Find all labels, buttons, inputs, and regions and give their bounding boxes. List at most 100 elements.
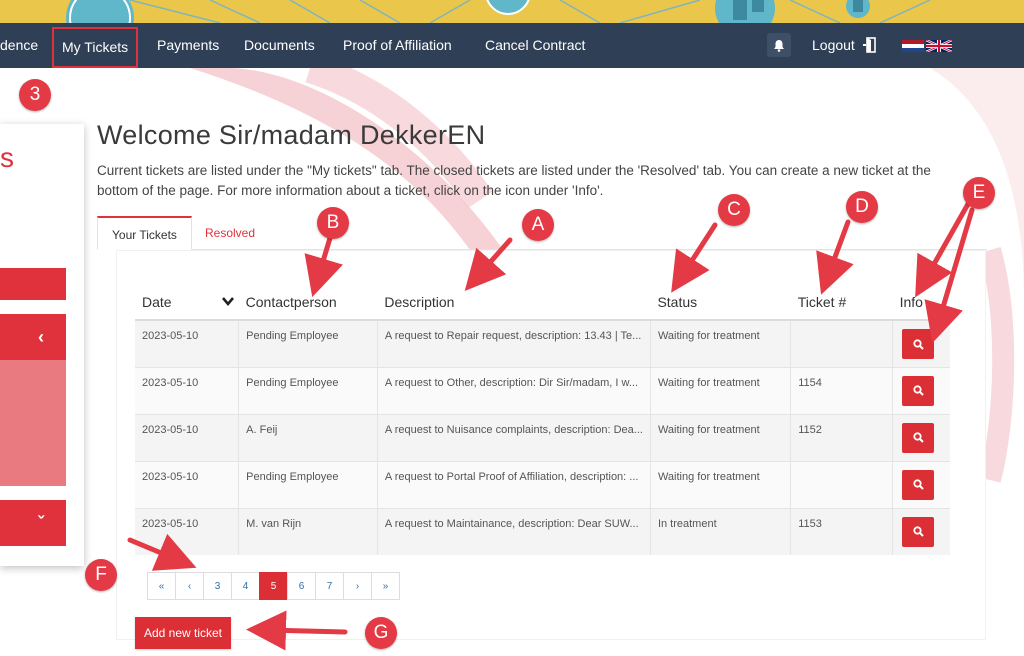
table-row: 2023-05-10 Pending Employee A request to… <box>135 366 950 414</box>
cell-date: 2023-05-10 <box>135 366 240 414</box>
search-icon <box>913 385 924 396</box>
nav-item-documents[interactable]: Documents <box>244 23 315 68</box>
side-panel-expand-button[interactable]: ˇ <box>0 500 66 546</box>
cell-description: A request to Repair request, description… <box>377 319 651 367</box>
cell-contactperson: Pending Employee <box>238 366 378 414</box>
column-header-ticket-number[interactable]: Ticket # <box>790 286 893 321</box>
pagination-last[interactable]: » <box>371 572 400 600</box>
cell-contactperson: M. van Rijn <box>238 507 378 555</box>
column-header-status[interactable]: Status <box>650 286 791 321</box>
pagination-page[interactable]: 6 <box>287 572 316 600</box>
table-row: 2023-05-10 M. van Rijn A request to Main… <box>135 507 950 555</box>
nav-item-proof-of-affiliation[interactable]: Proof of Affiliation <box>343 23 452 68</box>
cell-contactperson: Pending Employee <box>238 460 378 508</box>
cell-date: 2023-05-10 <box>135 460 240 508</box>
info-button[interactable] <box>902 329 935 359</box>
cell-description: A request to Maintainance, description: … <box>377 507 651 555</box>
info-button[interactable] <box>902 375 935 406</box>
cell-description: A request to Other, description: Dir Sir… <box>377 366 651 414</box>
cell-ticket-number: 1154 <box>790 366 894 414</box>
nav-item-payments[interactable]: Payments <box>157 23 219 68</box>
annotation-badge: E <box>963 177 995 209</box>
tab-resolved[interactable]: Resolved <box>191 216 269 250</box>
cell-date: 2023-05-10 <box>135 507 240 555</box>
page-title: Welcome Sir/madam DekkerEN <box>97 120 486 150</box>
pagination-previous[interactable]: ‹ <box>175 572 204 600</box>
cell-date: 2023-05-10 <box>135 319 240 367</box>
logout-label: Logout <box>812 37 855 53</box>
cell-info <box>892 507 950 555</box>
main-content: Welcome Sir/madam DekkerEN Current ticke… <box>97 120 997 250</box>
notifications-button[interactable] <box>767 33 791 57</box>
cell-description: A request to Nuisance complaints, descri… <box>377 413 651 461</box>
cell-ticket-number: 1152 <box>790 413 894 461</box>
annotation-badge: G <box>365 617 397 649</box>
annotation-badge: A <box>522 209 554 241</box>
table-row: 2023-05-10 Pending Employee A request to… <box>135 460 950 508</box>
tab-your-tickets[interactable]: Your Tickets <box>97 216 192 250</box>
search-icon <box>913 432 924 443</box>
cell-date: 2023-05-10 <box>135 413 240 461</box>
cell-info <box>892 460 950 508</box>
cell-status: In treatment <box>650 507 792 555</box>
side-panel-content <box>0 360 66 486</box>
info-button[interactable] <box>902 422 935 453</box>
main-navbar: dence My Tickets Payments Documents Proo… <box>0 23 1024 68</box>
annotation-badge: D <box>846 191 878 223</box>
sort-chevron-icon[interactable] <box>222 295 234 307</box>
intro-text: Current tickets are listed under the "My… <box>97 163 931 198</box>
header-banner <box>0 0 1024 23</box>
tickets-table: Date Contactperson Description Status Ti… <box>135 286 950 555</box>
annotation-badge: 3 <box>19 79 51 111</box>
flag-uk-icon[interactable] <box>926 40 952 52</box>
pagination-page[interactable]: 7 <box>315 572 344 600</box>
bell-icon <box>774 39 784 52</box>
table-row: 2023-05-10 Pending Employee A request to… <box>135 319 950 367</box>
cell-ticket-number: 1153 <box>790 507 894 555</box>
side-panel-button[interactable] <box>0 268 66 300</box>
nav-item-residence[interactable]: dence <box>0 23 38 68</box>
cell-ticket-number <box>790 460 894 508</box>
chevron-down-icon: ˇ <box>38 512 44 533</box>
annotation-badge: F <box>85 559 117 591</box>
cell-contactperson: A. Feij <box>238 413 378 461</box>
side-panel-heading: s <box>0 142 14 173</box>
column-header-contactperson[interactable]: Contactperson <box>238 286 378 321</box>
pagination-page[interactable]: 3 <box>203 572 232 600</box>
search-icon <box>913 479 924 490</box>
pagination-page[interactable]: 4 <box>231 572 260 600</box>
cell-info <box>892 366 950 414</box>
pagination-page-current[interactable]: 5 <box>259 572 288 600</box>
side-panel-collapse-button[interactable]: ‹ <box>0 314 66 360</box>
column-header-description[interactable]: Description <box>377 286 651 321</box>
cell-status: Waiting for treatment <box>650 460 792 508</box>
nav-item-my-tickets[interactable]: My Tickets <box>52 27 139 68</box>
flag-nl-icon[interactable] <box>902 40 924 52</box>
pagination-first[interactable]: « <box>147 572 176 600</box>
info-button[interactable] <box>902 469 935 500</box>
table-header-row: Date Contactperson Description Status Ti… <box>135 286 950 321</box>
side-panel: s ‹ ˇ <box>0 124 84 566</box>
column-header-info: Info <box>892 286 950 321</box>
annotation-badge: C <box>718 194 750 226</box>
search-icon <box>913 338 924 350</box>
cell-info <box>892 319 950 367</box>
cell-status: Waiting for treatment <box>650 366 792 414</box>
pagination-next[interactable]: › <box>343 572 372 600</box>
chevron-left-icon: ‹ <box>38 326 44 347</box>
add-new-ticket-button[interactable]: Add new ticket <box>135 617 231 649</box>
cell-info <box>892 413 950 461</box>
cell-description: A request to Portal Proof of Affiliation… <box>377 460 651 508</box>
cell-status: Waiting for treatment <box>650 413 792 461</box>
nav-item-cancel-contract[interactable]: Cancel Contract <box>485 23 585 68</box>
logout-door-icon <box>862 37 876 53</box>
search-icon <box>913 526 924 537</box>
cell-ticket-number <box>790 319 894 367</box>
annotation-badge: B <box>317 207 349 239</box>
banner-illustration <box>66 0 931 23</box>
table-row: 2023-05-10 A. Feij A request to Nuisance… <box>135 413 950 461</box>
info-button[interactable] <box>902 516 935 547</box>
logout-button[interactable]: Logout <box>812 23 878 68</box>
cell-status: Waiting for treatment <box>650 319 792 367</box>
pagination: « ‹ 3 4 5 6 7 › » <box>147 572 400 600</box>
